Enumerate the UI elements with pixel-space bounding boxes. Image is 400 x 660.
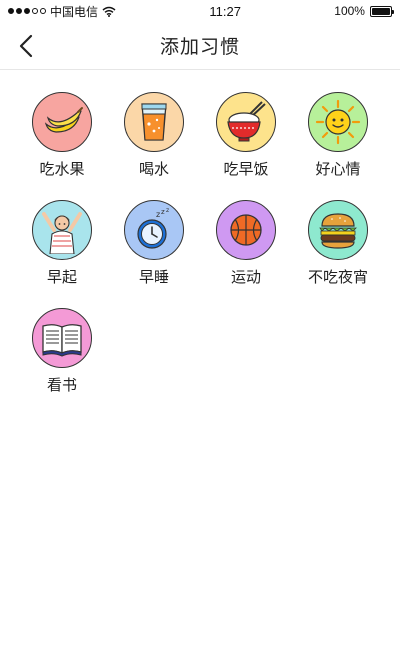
habit-icon-circle: [32, 200, 92, 260]
habit-label: 不吃夜宵: [307, 269, 368, 286]
habit-label: 早起: [46, 269, 77, 286]
wifi-icon: [102, 6, 116, 17]
habit-breakfast[interactable]: 吃早饭: [200, 92, 292, 180]
habit-icon-circle: [216, 92, 276, 152]
battery-icon: [369, 5, 394, 17]
habit-mood[interactable]: 好心情: [292, 92, 384, 180]
battery-percent: 100%: [334, 4, 365, 18]
svg-text:z: z: [156, 210, 160, 219]
page-title: 添加习惯: [159, 37, 240, 58]
signal-strength-icon: [8, 8, 46, 14]
habit-label: 看书: [46, 377, 77, 394]
habit-label: 运动: [230, 269, 261, 286]
alarm-clock-icon: z z z: [137, 207, 169, 249]
svg-text:z: z: [161, 208, 165, 216]
habit-label: 喝水: [138, 161, 169, 178]
rice-bowl-icon: [227, 101, 266, 142]
book-icon: [42, 324, 82, 357]
habit-icon-circle: [32, 308, 92, 368]
status-bar: 中国电信 11:27 100%: [0, 0, 400, 22]
habit-exercise[interactable]: 运动: [200, 200, 292, 288]
habit-icon-circle: [32, 92, 92, 152]
back-button[interactable]: [10, 30, 42, 62]
habit-icon-circle: [124, 92, 184, 152]
habit-reading[interactable]: 看书: [16, 308, 108, 396]
water-glass-icon: [141, 103, 167, 141]
sun-icon: [315, 99, 361, 145]
habit-early-sleep[interactable]: z z z 早睡: [108, 200, 200, 288]
habit-no-late-snack[interactable]: 不吃夜宵: [292, 200, 384, 288]
habit-icon-circle: [308, 200, 368, 260]
habit-grid: 吃水果 喝水 吃早饭 好心情 早起 z z z 早睡 运动 不吃夜宵 看书: [16, 92, 384, 396]
status-time: 11:27: [209, 3, 241, 19]
habit-label: 吃早饭: [223, 161, 269, 178]
svg-text:z: z: [166, 207, 169, 214]
chevron-left-icon: [19, 34, 33, 58]
habit-label: 吃水果: [39, 161, 85, 178]
status-bar-right: 100%: [334, 4, 394, 18]
habit-icon-circle: [216, 200, 276, 260]
banana-icon: [44, 107, 83, 133]
habit-label: 好心情: [315, 161, 361, 178]
habit-icon-circle: [308, 92, 368, 152]
nav-bar: 添加习惯: [0, 22, 400, 70]
status-bar-left: 中国电信: [8, 3, 116, 20]
stretching-person-icon: [42, 212, 82, 254]
habit-icon-circle: z z z: [124, 200, 184, 260]
carrier-name: 中国电信: [50, 4, 99, 19]
habit-water[interactable]: 喝水: [108, 92, 200, 180]
basketball-icon: [230, 214, 262, 246]
burger-icon: [319, 213, 357, 249]
habit-label: 早睡: [138, 269, 169, 286]
habit-fruit[interactable]: 吃水果: [16, 92, 108, 180]
habit-early-rise[interactable]: 早起: [16, 200, 108, 288]
